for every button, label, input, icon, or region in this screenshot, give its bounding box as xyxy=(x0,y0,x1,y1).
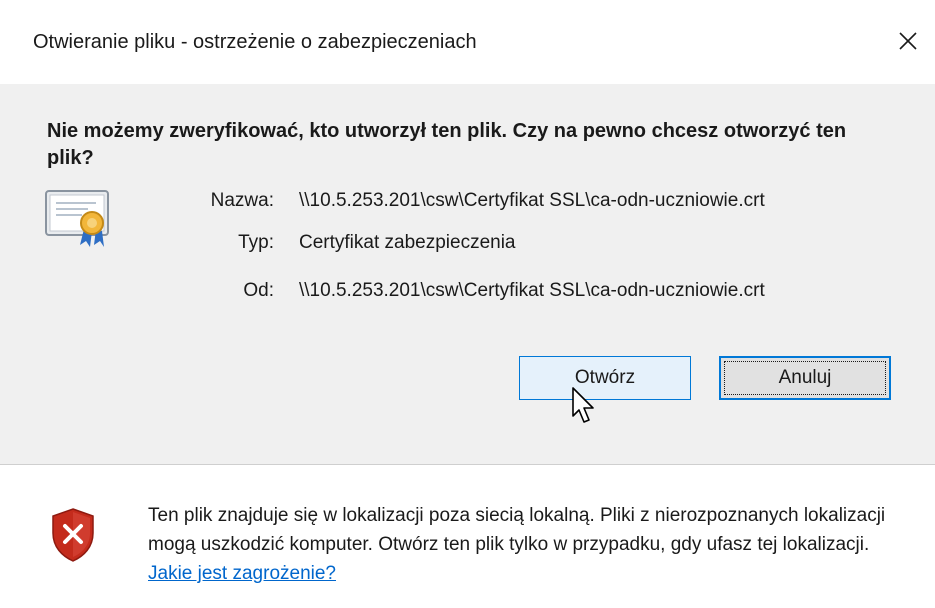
security-warning-shield-icon xyxy=(50,507,96,568)
detail-label: Nazwa: xyxy=(210,190,274,211)
detail-value: \\10.5.253.201\csw\Certyfikat SSL\ca-odn… xyxy=(299,190,765,211)
detail-row-from: Od: \\10.5.253.201\csw\Certyfikat SSL\ca… xyxy=(0,280,920,304)
close-icon xyxy=(899,32,917,50)
dialog-body: Nie możemy zweryfikować, kto utworzył te… xyxy=(0,84,935,464)
detail-row-name: Nazwa: \\10.5.253.201\csw\Certyfikat SSL… xyxy=(0,190,920,214)
detail-value: \\10.5.253.201\csw\Certyfikat SSL\ca-odn… xyxy=(299,280,765,301)
close-button[interactable] xyxy=(893,26,923,56)
detail-value: Certyfikat zabezpieczenia xyxy=(299,232,516,253)
cancel-button[interactable]: Anuluj xyxy=(719,356,891,400)
detail-label: Typ: xyxy=(238,232,274,253)
warning-message: Ten plik znajduje się w lokalizacji poza… xyxy=(148,501,918,588)
warning-headline: Nie możemy zweryfikować, kto utworzył te… xyxy=(47,120,847,169)
warning-text: Ten plik znajduje się w lokalizacji poza… xyxy=(148,505,886,555)
detail-row-type: Typ: Certyfikat zabezpieczenia xyxy=(0,232,920,256)
title-bar: Otwieranie pliku - ostrzeżenie o zabezpi… xyxy=(0,0,935,84)
risk-info-link[interactable]: Jakie jest zagrożenie? xyxy=(148,563,336,584)
security-footer: Ten plik znajduje się w lokalizacji poza… xyxy=(0,465,935,608)
open-button[interactable]: Otwórz xyxy=(519,356,691,400)
dialog-title: Otwieranie pliku - ostrzeżenie o zabezpi… xyxy=(33,31,477,53)
focus-ring xyxy=(724,361,886,395)
detail-label: Od: xyxy=(243,280,274,301)
